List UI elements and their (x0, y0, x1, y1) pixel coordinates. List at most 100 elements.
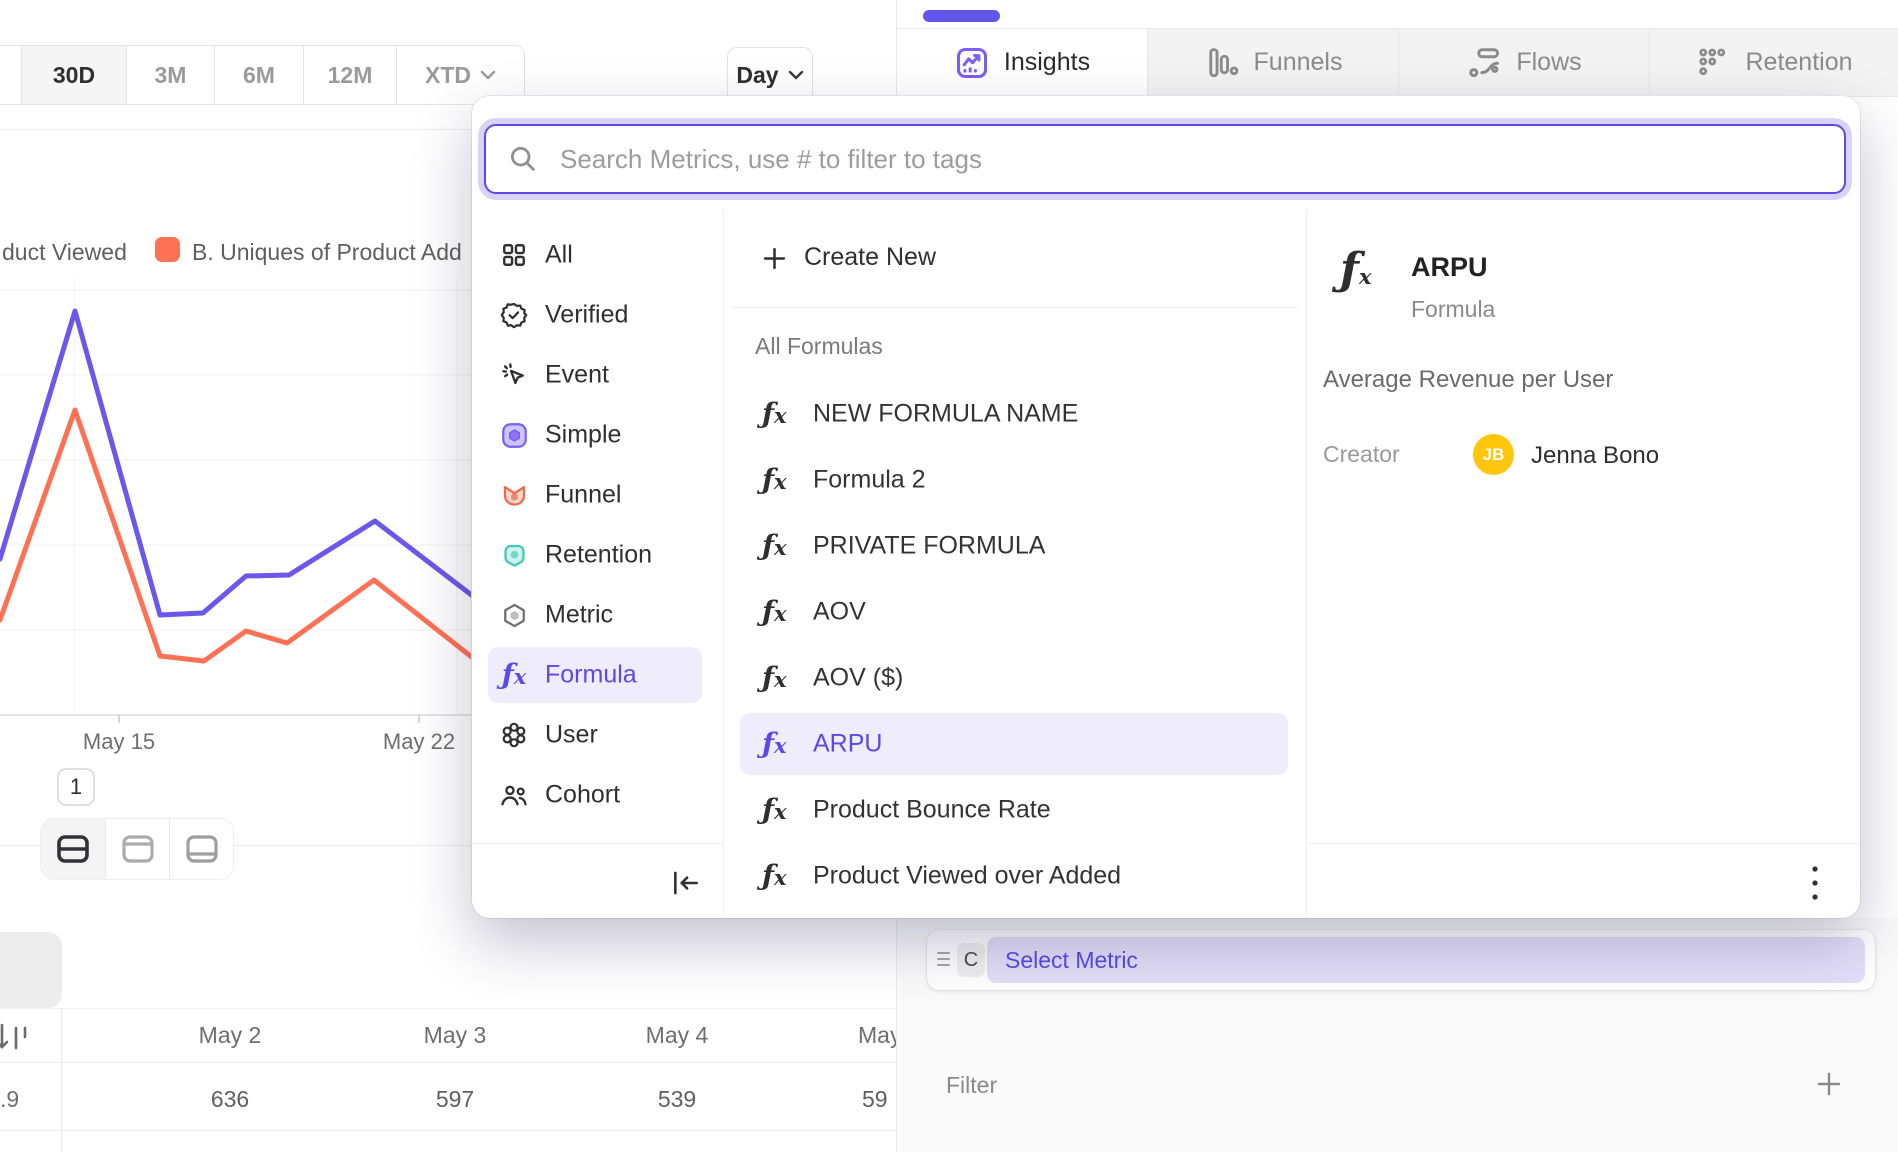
chevron-down-icon (480, 70, 496, 80)
formula-item[interactable]: ƒx Formula 2 (723, 447, 1306, 513)
event-cursor-icon (498, 359, 530, 391)
tab-flows[interactable]: Flows (1399, 29, 1650, 96)
category-all[interactable]: All (472, 225, 723, 285)
user-cluster-icon (498, 719, 530, 751)
metric-clause-card: C Select Metric (927, 930, 1875, 990)
plus-icon (762, 246, 787, 271)
fx-icon: ƒx (762, 400, 787, 428)
formula-item[interactable]: ƒx AOV (723, 579, 1306, 645)
metric-search-box (484, 124, 1846, 194)
formula-item[interactable]: ƒx Product Bounce Rate (723, 777, 1306, 843)
fx-icon: ƒx (762, 862, 787, 890)
date-range-6m-button[interactable]: 6M (214, 46, 303, 104)
fx-icon: ƒx (762, 532, 787, 560)
formula-item[interactable]: ƒx PRIVATE FORMULA (723, 513, 1306, 579)
list-divider (731, 307, 1298, 308)
x-axis-label: May 15 (83, 729, 155, 755)
split-top-icon (121, 834, 155, 864)
granularity-dropdown[interactable]: Day (727, 47, 813, 103)
tab-funnels[interactable]: Funnels (1148, 29, 1399, 96)
date-range-segmented-control: 30D 3M 6M 12M XTD (0, 45, 525, 105)
table-header[interactable]: May 4 (646, 1022, 709, 1049)
verified-badge-icon (498, 299, 530, 331)
table-cell: 539 (658, 1086, 696, 1113)
create-new-button[interactable]: Create New (804, 243, 936, 272)
active-report-tab-indicator (923, 10, 1000, 22)
metric-picker-modal: All Verified Event Simple Funnel (472, 96, 1860, 918)
detail-divider (1306, 210, 1307, 916)
category-event[interactable]: Event (472, 345, 723, 405)
sidebar-footer-divider (472, 843, 723, 844)
category-simple[interactable]: Simple (472, 405, 723, 465)
table-cell: .9 (0, 1086, 19, 1113)
category-verified[interactable]: Verified (472, 285, 723, 345)
date-range-partial-button[interactable] (0, 46, 21, 104)
formula-detail-type: Formula (1411, 296, 1495, 323)
funnels-icon (1204, 45, 1240, 81)
retention-icon (1695, 45, 1731, 81)
formula-fx-icon: ƒx (498, 659, 530, 691)
table-row-divider (0, 1130, 896, 1131)
search-input[interactable] (560, 144, 1824, 175)
table-cell: 636 (211, 1086, 249, 1113)
table-header[interactable]: May 2 (199, 1022, 262, 1049)
category-formula[interactable]: ƒx Formula (472, 645, 723, 705)
collapse-sidebar-icon[interactable] (670, 868, 702, 898)
table-header-divider (0, 1062, 896, 1063)
sort-descending-icon[interactable] (0, 1020, 34, 1056)
category-cohort[interactable]: Cohort (472, 765, 723, 825)
table-header[interactable]: May 3 (424, 1022, 487, 1049)
tab-retention[interactable]: Retention (1650, 29, 1898, 96)
split-bottom-icon (185, 834, 219, 864)
grid-icon (498, 239, 530, 271)
formula-detail-title: ARPU (1411, 252, 1488, 283)
category-funnel[interactable]: Funnel (472, 465, 723, 525)
category-metric[interactable]: Metric (472, 585, 723, 645)
fx-icon: ƒx (762, 598, 787, 626)
creator-avatar: JB (1473, 434, 1514, 475)
date-range-12m-button[interactable]: 12M (303, 46, 396, 104)
series-line-a (0, 311, 478, 615)
date-range-30d-button[interactable]: 30D (21, 46, 126, 104)
insights-icon (954, 45, 990, 81)
search-icon (508, 144, 538, 174)
app-window: 30D 3M 6M 12M XTD Day duct Viewed B. Uni… (0, 0, 1898, 1152)
category-retention[interactable]: Retention (472, 525, 723, 585)
table-cell: 597 (436, 1086, 474, 1113)
cohort-people-icon (498, 779, 530, 811)
split-horizontal-icon (56, 834, 90, 864)
clause-letter-badge[interactable]: C (957, 943, 985, 977)
tab-insights[interactable]: Insights (897, 29, 1148, 96)
detail-footer-divider (1306, 843, 1860, 844)
fx-icon: ƒx (762, 796, 787, 824)
funnel-metric-icon (498, 479, 530, 511)
drag-handle-icon[interactable] (937, 952, 950, 970)
creator-label: Creator (1323, 441, 1400, 468)
formula-detail-fx-icon: ƒx (1340, 248, 1371, 292)
layout-split-middle-button[interactable] (41, 819, 105, 879)
formula-item[interactable]: ƒx NEW FORMULA NAME (723, 381, 1306, 447)
formula-item-selected[interactable]: ƒx ARPU (723, 711, 1306, 777)
formula-item[interactable]: ƒx Product Viewed over Added (723, 843, 1306, 909)
add-filter-button[interactable] (1815, 1070, 1843, 1098)
pagination-badge[interactable]: 1 (57, 768, 95, 806)
retention-metric-icon (498, 539, 530, 571)
more-options-icon[interactable] (1809, 864, 1821, 902)
table-header[interactable]: May (858, 1022, 896, 1049)
formula-item[interactable]: ƒx AOV ($) (723, 645, 1306, 711)
filter-section-label: Filter (946, 1072, 997, 1099)
chevron-down-icon (788, 70, 804, 80)
category-sidebar: All Verified Event Simple Funnel (472, 225, 723, 825)
list-section-label: All Formulas (755, 333, 883, 360)
series-line-b (0, 410, 478, 662)
category-user[interactable]: User (472, 705, 723, 765)
select-metric-button[interactable]: Select Metric (987, 937, 1865, 983)
fx-icon: ƒx (762, 664, 787, 692)
layout-split-bottom-button[interactable] (169, 819, 233, 879)
formula-list: ƒx NEW FORMULA NAME ƒx Formula 2 ƒx PRIV… (723, 381, 1306, 909)
date-range-3m-button[interactable]: 3M (126, 46, 214, 104)
table-cell: 59 (862, 1086, 888, 1113)
fx-icon: ƒx (762, 730, 787, 758)
layout-split-top-button[interactable] (105, 819, 169, 879)
report-type-tabbar: Insights Funnels (897, 29, 1898, 96)
